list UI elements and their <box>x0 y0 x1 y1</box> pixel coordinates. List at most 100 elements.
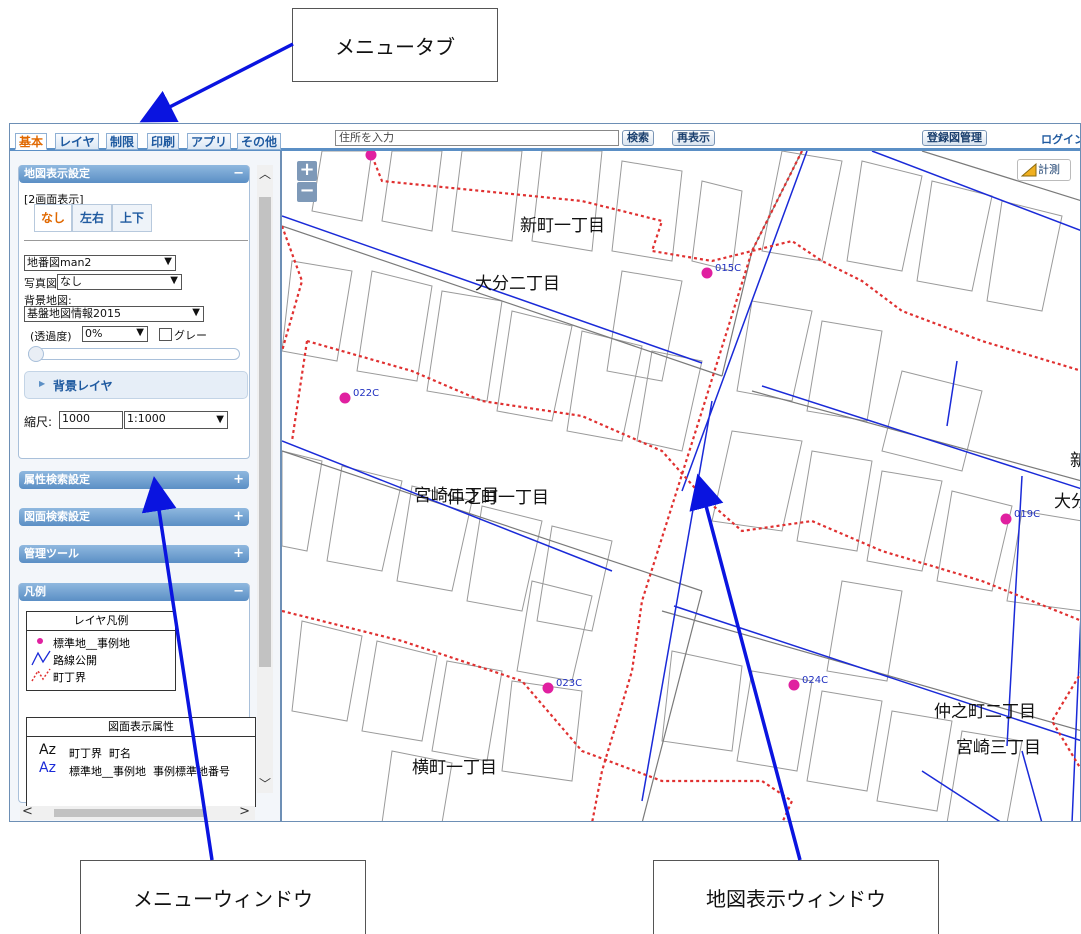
sample-point[interactable]: 022C <box>339 388 380 404</box>
gray-checkbox[interactable] <box>159 328 172 341</box>
point-label: 024C <box>802 675 828 686</box>
login-link[interactable]: ログイン <box>1041 131 1080 147</box>
map-display-settings-title: 地図表示設定 <box>24 167 90 180</box>
attr-row-town: 町丁界 町名 <box>69 747 131 760</box>
redisplay-button[interactable]: 再表示 <box>672 130 715 146</box>
point-label: 022C <box>353 388 379 399</box>
expand-icon[interactable]: + <box>233 508 244 526</box>
photo-select[interactable]: なし ▼ <box>57 274 182 290</box>
collapse-icon[interactable]: − <box>233 583 244 601</box>
point-label: 019C <box>1014 509 1040 520</box>
background-layer-label: 背景レイヤ <box>53 379 113 393</box>
scroll-down-arrow[interactable]: ﹀ <box>257 775 273 793</box>
dual-option-none[interactable]: なし <box>34 204 72 232</box>
district-label: 仲之町二丁目 <box>934 702 1036 722</box>
chevron-down-icon: ▼ <box>216 414 224 425</box>
legend-item-route: 路線公開 <box>53 654 97 667</box>
map-search-title: 図面検索設定 <box>24 510 90 523</box>
opacity-label: (透過度) <box>30 330 72 343</box>
chevron-down-icon: ▼ <box>170 275 178 286</box>
sample-point[interactable]: 015C <box>701 263 742 279</box>
scale-input-value: 1000 <box>62 412 90 425</box>
ruler-icon <box>1021 163 1037 177</box>
admin-tools-header[interactable]: 管理ツール + <box>19 545 249 563</box>
district-label: 仲之町一丁目 <box>447 488 549 508</box>
tab-print[interactable]: 印刷 <box>147 133 180 150</box>
opacity-select[interactable]: 0% ▼ <box>82 326 148 342</box>
legend-boundary-icon <box>31 668 51 682</box>
triangle-right-icon: ▶ <box>39 379 46 388</box>
layer-legend-box: レイヤ凡例 標準地__事例地 路線公開 町丁界 <box>26 611 176 691</box>
callout-map-window: 地図表示ウィンドウ <box>653 860 939 934</box>
map-labels: 新町一丁目 大分二丁目 宮崎二丁目 仲之町一丁目 仲之町二丁目 宮崎三丁目 横町… <box>339 151 1081 778</box>
scale-select-value: 1:1000 <box>127 412 166 425</box>
collapse-icon[interactable]: − <box>233 165 244 183</box>
background-layer-toggle[interactable]: ▶ 背景レイヤ <box>24 371 248 399</box>
map-search-header[interactable]: 図面検索設定 + <box>19 508 249 526</box>
menu-horizontal-scrollbar[interactable]: < > <box>20 804 255 820</box>
tab-basic[interactable]: 基本 <box>15 133 48 150</box>
scroll-up-arrow[interactable]: ︿ <box>257 165 273 183</box>
tab-layer[interactable]: レイヤ <box>55 133 99 150</box>
measure-button[interactable]: 計測 <box>1017 159 1071 181</box>
base-map-select[interactable]: 地番図man2 ▼ <box>24 255 176 271</box>
tab-app[interactable]: アプリ <box>187 133 232 150</box>
dual-option-tb[interactable]: 上下 <box>112 204 152 232</box>
display-attr-box: 図面表示属性 Az 町丁界 町名 Az 標準地__事例地 事例標準地番号 <box>26 717 256 807</box>
district-label: 新町一丁目 <box>520 216 605 236</box>
point-label: 015C <box>715 263 741 274</box>
opacity-slider[interactable] <box>28 348 240 360</box>
scale-select[interactable]: 1:1000 ▼ <box>124 411 228 429</box>
scroll-right-arrow[interactable]: > <box>239 804 250 819</box>
legend-item-boundary: 町丁界 <box>53 671 86 684</box>
base-map-value: 地番図man2 <box>27 256 92 269</box>
expand-icon[interactable]: + <box>233 545 244 563</box>
legend-title: 凡例 <box>24 585 46 598</box>
sample-point[interactable]: 024C <box>788 675 829 691</box>
map-window[interactable]: 新町一丁目 大分二丁目 宮崎二丁目 仲之町一丁目 仲之町二丁目 宮崎三丁目 横町… <box>282 151 1081 821</box>
registered-map-button[interactable]: 登録図管理 <box>922 130 987 146</box>
district-label: 大分 <box>1054 492 1081 512</box>
legend-point-icon <box>37 638 43 644</box>
attr-row-point: 標準地__事例地 事例標準地番号 <box>69 765 230 778</box>
background-select[interactable]: 基盤地図情報2015 ▼ <box>24 306 204 322</box>
zoom-in-button[interactable]: + <box>297 161 317 181</box>
scroll-thumb[interactable] <box>54 809 204 817</box>
scale-label: 縮尺: <box>24 415 53 429</box>
app-screenshot: 基本 レイヤ 制限 印刷 アプリ その他 住所を入力 検索 再表示 登録図管理 … <box>9 123 1081 822</box>
scroll-thumb[interactable] <box>259 197 271 667</box>
measure-label: 計測 <box>1038 163 1060 176</box>
scale-input[interactable]: 1000 <box>59 411 123 429</box>
sample-point[interactable] <box>365 151 377 161</box>
photo-label: 写真図: <box>24 277 61 290</box>
tab-restrict[interactable]: 制限 <box>106 133 139 150</box>
display-attr-title: 図面表示属性 <box>27 718 255 737</box>
scroll-left-arrow[interactable]: < <box>22 804 33 819</box>
top-bar: 基本 レイヤ 制限 印刷 アプリ その他 住所を入力 検索 再表示 登録図管理 … <box>10 124 1080 151</box>
dual-option-lr[interactable]: 左右 <box>72 204 112 232</box>
sample-point[interactable]: 019C <box>1000 509 1041 525</box>
menu-window: 地図表示設定 − [2画面表示] なし 左右 上下 地番図man2 ▼ 写真図: … <box>10 151 282 821</box>
background-value: 基盤地図情報2015 <box>27 307 121 320</box>
arrow-to-menu-tab <box>139 42 294 123</box>
az-icon: Az <box>39 760 56 776</box>
tab-other[interactable]: その他 <box>237 133 282 150</box>
admin-tools-title: 管理ツール <box>24 547 79 560</box>
district-label: 横町一丁目 <box>412 758 497 778</box>
legend-header[interactable]: 凡例 − <box>19 583 249 601</box>
menu-vertical-scrollbar[interactable]: ︿ ﹀ <box>257 165 273 793</box>
legend-route-icon <box>31 650 51 666</box>
chevron-down-icon: ▼ <box>164 256 172 267</box>
zoom-out-button[interactable]: − <box>297 182 317 202</box>
attr-search-header[interactable]: 属性検索設定 + <box>19 471 249 489</box>
map-display-settings-header[interactable]: 地図表示設定 − <box>19 165 249 183</box>
opacity-slider-handle[interactable] <box>28 346 44 362</box>
search-button[interactable]: 検索 <box>622 130 654 146</box>
attr-search-title: 属性検索設定 <box>24 473 90 486</box>
sample-point[interactable]: 023C <box>542 678 583 694</box>
legend-item-point: 標準地__事例地 <box>53 637 130 650</box>
expand-icon[interactable]: + <box>233 471 244 489</box>
gray-label: グレー <box>174 329 207 342</box>
address-input[interactable]: 住所を入力 <box>335 130 619 146</box>
layer-legend-title: レイヤ凡例 <box>27 612 175 631</box>
